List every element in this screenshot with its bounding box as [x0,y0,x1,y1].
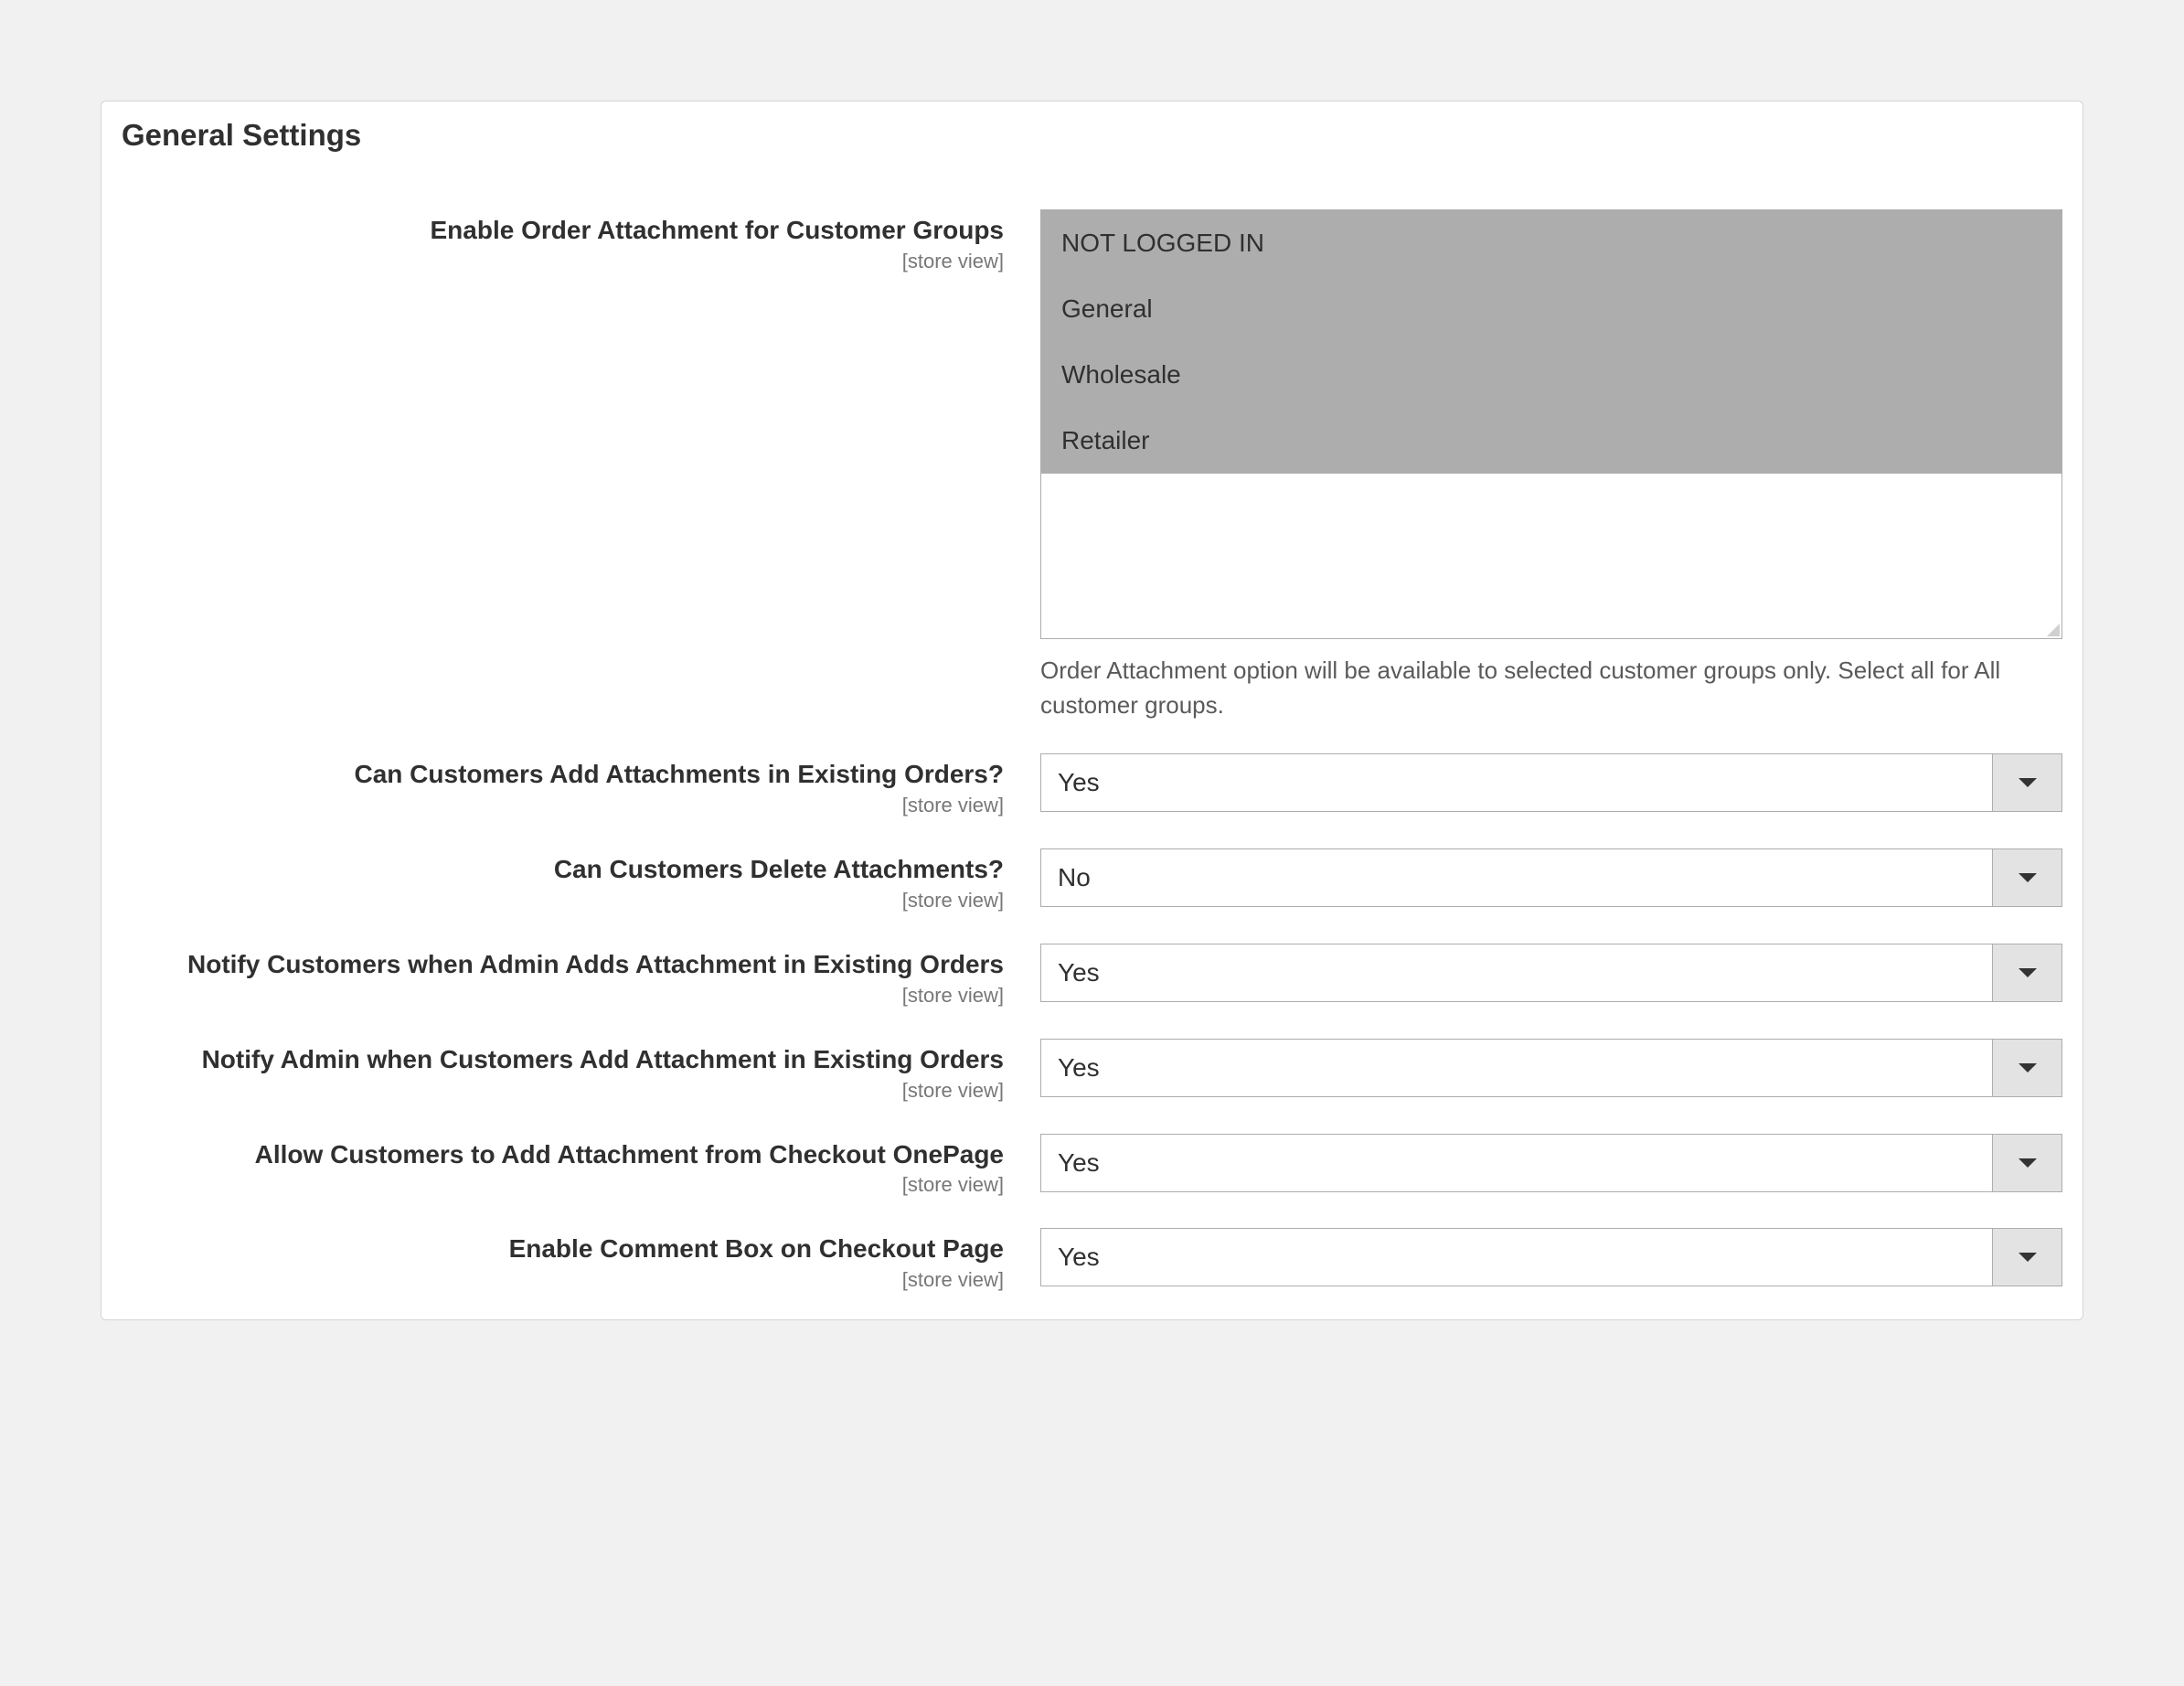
scope-text: [store view] [122,794,1004,817]
label-text: Can Customers Delete Attachments? [554,855,1004,883]
scope-text: [store view] [122,889,1004,912]
resize-handle-icon[interactable] [2047,624,2060,636]
select-value: Yes [1041,944,1992,1001]
label-comment-box: Enable Comment Box on Checkout Page [sto… [122,1228,1040,1292]
chevron-down-icon [1992,944,2061,1001]
field-delete-attachments: Can Customers Delete Attachments? [store… [101,848,2083,912]
multiselect-option[interactable]: NOT LOGGED IN [1041,210,2061,276]
general-settings-panel: General Settings Enable Order Attachment… [101,101,2083,1320]
label-text: Enable Order Attachment for Customer Gro… [431,216,1005,244]
chevron-down-icon [1992,1229,2061,1286]
notify-admin-select[interactable]: Yes [1040,1039,2062,1097]
customer-groups-note: Order Attachment option will be availabl… [1040,654,2062,722]
section-title: General Settings [101,101,2083,164]
field-comment-box: Enable Comment Box on Checkout Page [sto… [101,1228,2083,1292]
add-existing-select[interactable]: Yes [1040,753,2062,812]
chevron-down-icon [1992,1040,2061,1096]
label-customer-groups: Enable Order Attachment for Customer Gro… [122,209,1040,273]
chevron-down-icon [1992,849,2061,906]
multiselect-option[interactable]: Retailer [1041,408,2061,474]
field-customer-groups: Enable Order Attachment for Customer Gro… [101,209,2083,722]
label-checkout-onepage: Allow Customers to Add Attachment from C… [122,1134,1040,1198]
chevron-down-icon [1992,1135,2061,1191]
label-text: Enable Comment Box on Checkout Page [509,1234,1004,1263]
scope-text: [store view] [122,250,1004,273]
delete-attachments-select[interactable]: No [1040,848,2062,907]
label-text: Can Customers Add Attachments in Existin… [355,760,1005,788]
label-text: Notify Customers when Admin Adds Attachm… [187,950,1004,978]
select-value: Yes [1041,754,1992,811]
scope-text: [store view] [122,1079,1004,1103]
label-text: Allow Customers to Add Attachment from C… [255,1140,1004,1168]
scope-text: [store view] [122,984,1004,1008]
field-notify-admin: Notify Admin when Customers Add Attachme… [101,1039,2083,1103]
field-add-existing: Can Customers Add Attachments in Existin… [101,753,2083,817]
field-notify-customers: Notify Customers when Admin Adds Attachm… [101,944,2083,1008]
select-value: Yes [1041,1135,1992,1191]
label-delete-attachments: Can Customers Delete Attachments? [store… [122,848,1040,912]
checkout-onepage-select[interactable]: Yes [1040,1134,2062,1192]
select-value: Yes [1041,1040,1992,1096]
select-value: Yes [1041,1229,1992,1286]
customer-groups-multiselect[interactable]: NOT LOGGED IN General Wholesale Retailer [1040,209,2062,639]
chevron-down-icon [1992,754,2061,811]
label-notify-customers: Notify Customers when Admin Adds Attachm… [122,944,1040,1008]
label-text: Notify Admin when Customers Add Attachme… [202,1045,1004,1073]
field-checkout-onepage: Allow Customers to Add Attachment from C… [101,1134,2083,1198]
scope-text: [store view] [122,1268,1004,1292]
multiselect-option[interactable]: Wholesale [1041,342,2061,408]
label-notify-admin: Notify Admin when Customers Add Attachme… [122,1039,1040,1103]
notify-customers-select[interactable]: Yes [1040,944,2062,1002]
select-value: No [1041,849,1992,906]
label-add-existing: Can Customers Add Attachments in Existin… [122,753,1040,817]
comment-box-select[interactable]: Yes [1040,1228,2062,1286]
multiselect-option[interactable]: General [1041,276,2061,342]
scope-text: [store view] [122,1173,1004,1197]
